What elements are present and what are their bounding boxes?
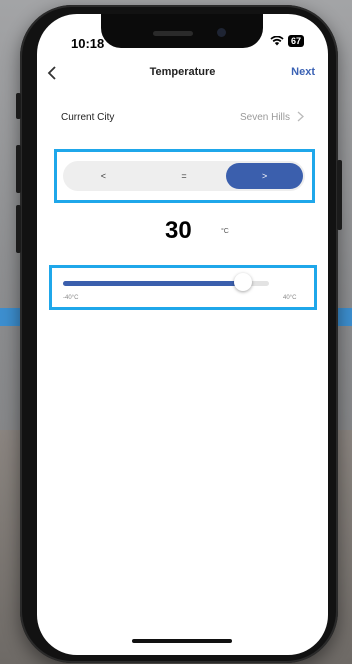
status-icons: 67 (270, 35, 304, 47)
app-screen: 10:18 67 Temperature Next Current City S… (37, 14, 328, 655)
navigation-bar: Temperature Next (37, 64, 328, 84)
city-value: Seven Hills (239, 112, 290, 123)
slider-min-label: -40°C (63, 295, 79, 301)
page-title: Temperature (149, 66, 216, 78)
temperature-slider[interactable] (63, 273, 269, 291)
power-button (337, 160, 342, 230)
temperature-unit: °C (221, 228, 229, 235)
next-button[interactable]: Next (291, 66, 315, 78)
temperature-value: 30 (165, 217, 192, 244)
comparison-selector: < = > (63, 161, 305, 191)
slider-fill (63, 281, 244, 286)
slider-max-label: 40°C (283, 295, 297, 301)
battery-indicator: 67 (287, 35, 304, 47)
volume-up-button (16, 145, 21, 193)
volume-down-button (16, 205, 21, 253)
speaker (153, 31, 193, 36)
chevron-right-icon (297, 111, 304, 125)
wifi-icon (270, 36, 284, 46)
mute-switch (16, 93, 21, 119)
city-label: Current City (61, 112, 115, 123)
slider-highlight-box (49, 265, 317, 310)
option-greater-than[interactable]: > (226, 163, 304, 189)
dynamic-island (101, 14, 263, 48)
home-indicator (132, 639, 232, 643)
option-less-than[interactable]: < (65, 163, 142, 189)
status-time: 10:18 (71, 36, 105, 51)
camera (217, 28, 226, 37)
option-equal[interactable]: = (146, 163, 223, 189)
